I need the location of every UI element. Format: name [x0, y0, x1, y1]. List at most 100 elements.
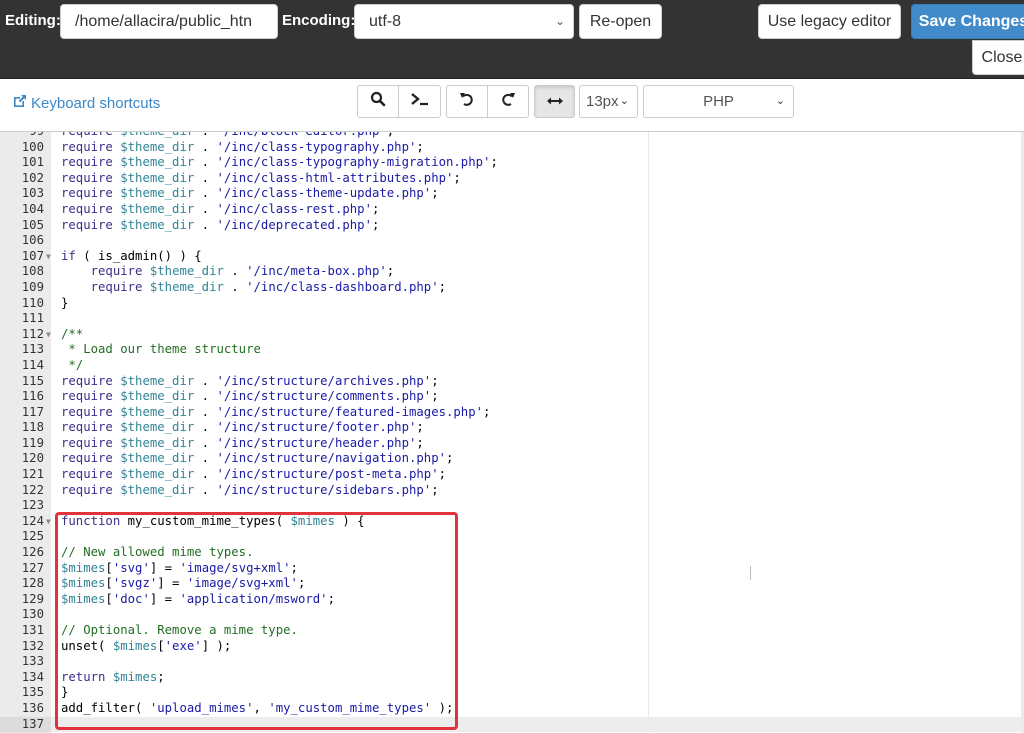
code-line[interactable]: 114 */ — [0, 358, 1024, 374]
code-line[interactable]: 101 require $theme_dir . '/inc/class-typo… — [0, 155, 1024, 171]
code-line[interactable]: 122 require $theme_dir . '/inc/structure/… — [0, 483, 1024, 499]
code-token: // Optional. Remove a mime type. — [61, 623, 298, 637]
code-line[interactable]: 120 require $theme_dir . '/inc/structure/… — [0, 451, 1024, 467]
encoding-select[interactable]: utf-8 ⌄ — [354, 4, 574, 39]
code-token: . — [194, 451, 217, 466]
language-select[interactable]: PHP ⌄ — [643, 85, 794, 118]
code-line[interactable]: 108 require $theme_dir . '/inc/meta-box.… — [0, 264, 1024, 280]
code-token: '/inc/structure/archives.php' — [216, 373, 432, 388]
code-line[interactable]: 135} — [0, 685, 1024, 701]
code-line[interactable]: 129 $mimes['doc'] = 'application/msword'; — [0, 592, 1024, 608]
code-token: add_filter( — [61, 700, 150, 715]
goto-line-button[interactable] — [399, 86, 440, 117]
code-token: ; — [386, 131, 395, 138]
code-line[interactable]: 124 ▼ function my_custom_mime_types( $mime… — [0, 514, 1024, 530]
code-token: $theme_dir — [120, 435, 195, 450]
code-token: 'doc' — [112, 591, 150, 606]
fold-arrow-icon[interactable]: ▼ — [46, 249, 51, 265]
external-link-icon — [12, 93, 28, 113]
fold-arrow-icon[interactable]: ▼ — [46, 514, 51, 530]
code-token: require — [61, 155, 113, 170]
line-number: 124 — [21, 513, 44, 528]
code-token: '/inc/structure/footer.php' — [216, 420, 417, 435]
code-line[interactable]: 109 require $theme_dir . '/inc/class-das… — [0, 280, 1024, 296]
code-line[interactable]: 134 return $mimes; — [0, 670, 1024, 686]
code-token: require — [90, 279, 143, 294]
code-text: require $theme_dir . '/inc/structure/fea… — [61, 405, 490, 421]
code-text: $mimes['doc'] = 'application/msword'; — [61, 592, 335, 608]
code-line[interactable]: 107 ▼ if ( is_admin() ) { — [0, 249, 1024, 265]
close-button[interactable]: Close — [972, 40, 1024, 75]
reopen-button[interactable]: Re-open — [579, 4, 662, 39]
code-editor[interactable]: 99 require $theme_dir . '/inc/block-edito… — [0, 131, 1024, 733]
code-token: */ — [61, 357, 84, 372]
redo-button[interactable] — [488, 86, 529, 117]
code-line[interactable]: 110} — [0, 296, 1024, 312]
line-number: 135 — [21, 685, 44, 700]
code-line[interactable]: 130 — [0, 607, 1024, 623]
code-token: '/inc/structure/navigation.php' — [216, 451, 447, 466]
code-line[interactable]: 112 ▼ /** — [0, 327, 1024, 343]
search-button[interactable] — [358, 86, 399, 117]
code-line[interactable]: 102 require $theme_dir . '/inc/class-html… — [0, 171, 1024, 187]
code-line[interactable]: 128 $mimes['svgz'] = 'image/svg+xml'; — [0, 576, 1024, 592]
code-token: $theme_dir — [120, 420, 195, 435]
code-token: . — [194, 467, 217, 482]
keyboard-shortcuts-link[interactable]: Keyboard shortcuts — [12, 93, 160, 113]
code-token: ; — [431, 186, 439, 201]
code-line[interactable]: 131 // Optional. Remove a mime type. — [0, 623, 1024, 639]
line-number: 117 — [21, 404, 44, 419]
use-legacy-editor-button[interactable]: Use legacy editor — [758, 4, 901, 39]
code-line[interactable]: 103 require $theme_dir . '/inc/class-them… — [0, 186, 1024, 202]
code-token: ; — [416, 435, 424, 450]
code-token: return — [61, 669, 106, 684]
code-token: ) { — [334, 513, 365, 528]
font-size-select[interactable]: 13px ⌄ — [579, 85, 638, 118]
code-token: '/inc/class-dashboard.php' — [246, 279, 439, 294]
terminal-icon — [410, 91, 430, 112]
code-line[interactable]: 119 require $theme_dir . '/inc/structure/… — [0, 436, 1024, 452]
code-line[interactable]: 137 — [0, 716, 1024, 733]
code-line[interactable]: 105 require $theme_dir . '/inc/deprecated… — [0, 218, 1024, 234]
code-line[interactable]: 100 require $theme_dir . '/inc/class-typo… — [0, 140, 1024, 156]
code-text: function my_custom_mime_types( $mimes ) … — [61, 514, 365, 530]
code-line[interactable]: 118 require $theme_dir . '/inc/structure/… — [0, 420, 1024, 436]
code-text: // Optional. Remove a mime type. — [61, 623, 298, 639]
code-line[interactable]: 121 require $theme_dir . '/inc/structure/… — [0, 467, 1024, 483]
code-line[interactable]: 123 — [0, 498, 1024, 514]
code-token: . — [194, 420, 217, 435]
code-token: 'my_custom_mime_types' — [268, 700, 432, 715]
code-token: ; — [446, 451, 454, 466]
code-text: require $theme_dir . '/inc/class-typogra… — [61, 155, 498, 171]
code-token: '/inc/deprecated.php' — [216, 217, 372, 232]
line-number: 121 — [21, 467, 44, 482]
file-path-field[interactable]: /home/allacira/public_htn — [60, 4, 278, 39]
code-token: 'svgz' — [112, 576, 158, 591]
code-line[interactable]: 113 * Load our theme structure — [0, 342, 1024, 358]
code-token: require — [61, 170, 113, 185]
code-line[interactable]: 132 unset( $mimes['exe'] ); — [0, 639, 1024, 655]
code-line[interactable]: 125 — [0, 529, 1024, 545]
line-number: 109 — [21, 279, 44, 294]
code-token: ] = — [149, 560, 180, 575]
undo-button[interactable] — [447, 86, 488, 117]
wrap-toggle-button[interactable] — [535, 86, 574, 117]
code-line[interactable]: 116 require $theme_dir . '/inc/structure/… — [0, 389, 1024, 405]
code-line[interactable]: 104 require $theme_dir . '/inc/class-rest… — [0, 202, 1024, 218]
code-line[interactable]: 127 $mimes['svg'] = 'image/svg+xml'; — [0, 561, 1024, 577]
code-line[interactable]: 126 // New allowed mime types. — [0, 545, 1024, 561]
fold-arrow-icon[interactable]: ▼ — [46, 327, 51, 343]
code-line[interactable]: 136 add_filter( 'upload_mimes', 'my_custo… — [0, 701, 1024, 717]
code-token: /** — [61, 326, 84, 341]
save-changes-button[interactable]: Save Changes — [911, 4, 1024, 39]
code-line[interactable]: 106 — [0, 233, 1024, 249]
code-token: $theme_dir — [120, 139, 195, 154]
code-line[interactable]: 117 require $theme_dir . '/inc/structure/… — [0, 405, 1024, 421]
line-number: 120 — [21, 451, 44, 466]
code-line[interactable]: 115 require $theme_dir . '/inc/structure/… — [0, 374, 1024, 390]
code-line[interactable]: 133 — [0, 654, 1024, 670]
code-token: $theme_dir — [120, 389, 195, 404]
code-line[interactable]: 99 require $theme_dir . '/inc/block-edito… — [0, 131, 1024, 140]
code-line[interactable]: 111 — [0, 311, 1024, 327]
code-lines: 99 require $theme_dir . '/inc/block-edito… — [0, 131, 1024, 733]
